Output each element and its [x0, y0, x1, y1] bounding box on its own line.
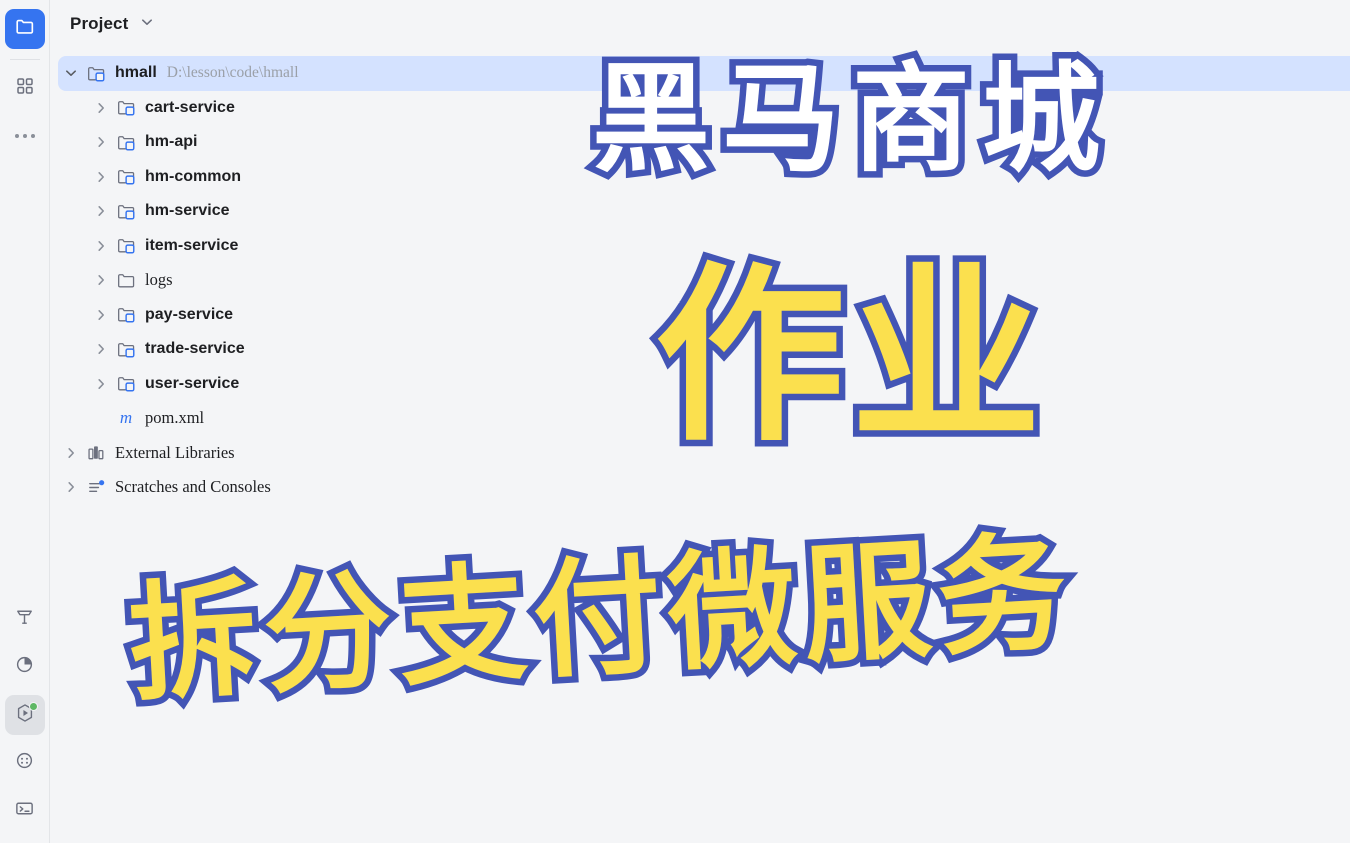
- ellipsis-icon: [14, 134, 35, 138]
- tree-label: hm-api: [145, 133, 198, 151]
- tree-row-hm-service[interactable]: hm-service: [80, 194, 1350, 229]
- tree-row-hm-api[interactable]: hm-api: [80, 125, 1350, 160]
- tree-row-hmall[interactable]: hmall D:\lesson\code\hmall: [58, 56, 1350, 91]
- activity-bar-divider: [9, 59, 40, 60]
- terminal-tool-window-button[interactable]: [5, 791, 45, 831]
- chevron-collapsed-icon[interactable]: [88, 203, 114, 219]
- tree-label: logs: [145, 270, 173, 290]
- tree-row-pom-xml[interactable]: m pom.xml: [106, 401, 1350, 436]
- terminal-icon: [14, 798, 35, 824]
- grid-squares-icon: [15, 76, 35, 101]
- chevron-collapsed-icon[interactable]: [88, 100, 114, 116]
- scratches-icon: [84, 477, 108, 498]
- maven-module-folder-icon: [114, 166, 138, 187]
- chevron-collapsed-icon[interactable]: [58, 479, 84, 495]
- build-tool-window-button[interactable]: [5, 599, 45, 639]
- maven-module-folder-icon: [114, 235, 138, 256]
- running-status-badge: [28, 702, 38, 711]
- tree-label: External Libraries: [115, 442, 235, 462]
- more-tool-windows-button[interactable]: [5, 116, 45, 156]
- tree-row-external-libraries[interactable]: External Libraries: [50, 436, 1350, 471]
- chevron-collapsed-icon[interactable]: [88, 272, 114, 288]
- tree-label: hmall: [115, 64, 157, 82]
- chevron-collapsed-icon[interactable]: [88, 376, 114, 392]
- chevron-collapsed-icon[interactable]: [88, 307, 114, 323]
- project-tree: hmall D:\lesson\code\hmall cart-service: [50, 48, 1350, 843]
- tree-label: pay-service: [145, 305, 234, 323]
- maven-module-folder-icon: [114, 97, 138, 118]
- structure-tool-window-button[interactable]: [5, 68, 45, 108]
- endpoints-tool-window-button[interactable]: [5, 743, 45, 783]
- tree-row-user-service[interactable]: user-service: [80, 367, 1350, 402]
- maven-module-folder-icon: [114, 201, 138, 222]
- tree-row-hm-common[interactable]: hm-common: [80, 160, 1350, 195]
- services-run-tool-window-button[interactable]: [4, 695, 45, 735]
- tree-label: hm-service: [145, 202, 230, 220]
- tree-row-item-service[interactable]: item-service: [80, 229, 1350, 264]
- tree-label: user-service: [145, 374, 240, 392]
- chevron-down-icon[interactable]: [139, 14, 155, 35]
- page-title: Project: [70, 14, 129, 33]
- folder-icon: [14, 16, 36, 43]
- svg-text:m: m: [120, 408, 132, 427]
- maven-module-folder-icon: [114, 132, 138, 153]
- tree-label: item-service: [145, 236, 239, 254]
- chevron-collapsed-icon[interactable]: [88, 169, 114, 185]
- chevron-collapsed-icon[interactable]: [88, 134, 114, 150]
- project-tool-window-button[interactable]: [4, 9, 45, 49]
- maven-module-folder-icon: [114, 373, 138, 394]
- hammer-icon: [14, 606, 35, 632]
- tree-root-path: D:\lesson\code\hmall: [166, 64, 299, 82]
- tree-label: cart-service: [145, 98, 235, 116]
- profiler-tool-window-button[interactable]: [5, 647, 45, 687]
- maven-pom-icon: m: [114, 407, 138, 429]
- chevron-collapsed-icon[interactable]: [88, 341, 114, 357]
- project-panel-header: Project: [50, 0, 1350, 48]
- ide-project-window: Project hmall D:\lesson\code\hmall cart-…: [0, 0, 1350, 843]
- tree-row-pay-service[interactable]: pay-service: [80, 298, 1350, 333]
- dotted-circle-icon: [14, 750, 35, 776]
- libraries-icon: [84, 442, 108, 463]
- maven-module-folder-icon: [84, 63, 108, 84]
- tree-label: hm-common: [145, 167, 241, 185]
- tree-row-cart-service[interactable]: cart-service: [80, 91, 1350, 126]
- tree-row-scratches-and-consoles[interactable]: Scratches and Consoles: [50, 470, 1350, 505]
- maven-module-folder-icon: [114, 339, 138, 360]
- tree-row-trade-service[interactable]: trade-service: [80, 332, 1350, 367]
- tree-row-logs[interactable]: logs: [80, 263, 1350, 298]
- tree-label: pom.xml: [145, 408, 205, 428]
- plain-folder-icon: [114, 270, 138, 291]
- chevron-collapsed-icon[interactable]: [58, 445, 84, 461]
- activity-bar: [0, 0, 50, 843]
- chevron-expanded-icon[interactable]: [58, 65, 84, 81]
- tree-label: Scratches and Consoles: [115, 477, 271, 497]
- pie-chart-icon: [14, 654, 35, 680]
- maven-module-folder-icon: [114, 304, 138, 325]
- chevron-collapsed-icon[interactable]: [88, 238, 114, 254]
- activity-bar-bottom-group: [0, 595, 49, 843]
- tree-label: trade-service: [145, 340, 245, 358]
- activity-bar-top-group: [0, 0, 49, 160]
